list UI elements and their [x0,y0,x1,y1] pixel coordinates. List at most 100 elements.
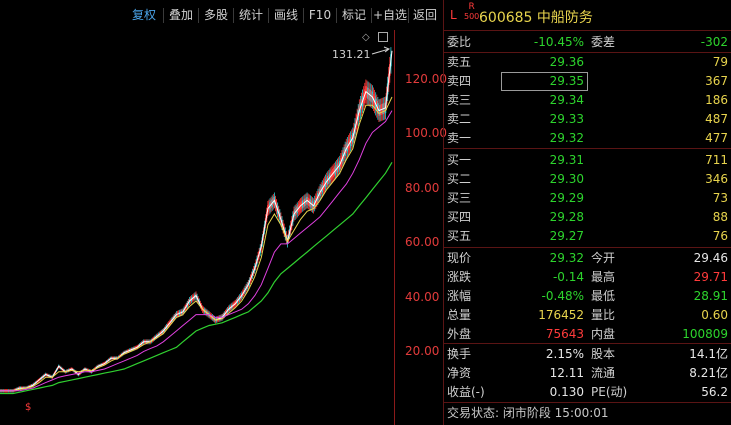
fundamental-value: 12.11 [549,366,584,380]
fundamental-value: 2.15% [545,347,584,361]
high-arrow-icon [371,46,391,55]
divider-line [444,148,731,149]
stat-label: 内盘 [591,327,616,341]
bid-price: 29.31 [549,153,584,167]
bid-label: 买二 [447,172,472,186]
fundamental-label: PE(动) [591,385,628,399]
divider-line [444,30,731,31]
ask-label: 卖二 [447,112,472,126]
ask-price: 29.33 [549,112,584,126]
bid-price: 29.27 [549,229,584,243]
bid-row[interactable]: 买一 29.31 711 [444,151,731,169]
ask-volume: 477 [705,131,728,145]
divider-line [444,247,731,248]
stat-value: 176452 [538,308,584,322]
stat-value: 28.91 [693,289,728,303]
bid-volume: 346 [705,172,728,186]
stat-value: 75643 [545,327,584,341]
stat-label: 总量 [447,308,472,322]
bid-row[interactable]: 买二 29.30 346 [444,170,731,188]
fundamental-value: 56.2 [701,385,728,399]
webi-row: 委比 -10.45% 委差 -302 [444,33,731,51]
financing-badge-sub: 500 [464,12,480,21]
bid-label: 买四 [447,210,472,224]
bid-label: 买五 [447,229,472,243]
stat-value: 29.46 [693,251,728,265]
price-line [0,50,393,392]
bid-label: 买一 [447,153,472,167]
ma-line-green [0,161,393,395]
ask-price: 29.34 [549,93,584,107]
stat-value: -0.48% [541,289,584,303]
kline-plot[interactable] [0,0,443,425]
stat-label: 涨跌 [447,270,472,284]
webi-value: -10.45% [533,35,584,49]
bid-volume: 76 [712,229,728,243]
stat-row: 涨跌 -0.14 最高 29.71 [444,268,731,286]
bid-row[interactable]: 买五 29.27 76 [444,227,731,245]
ask-row[interactable]: 卖三 29.34 186 [444,91,731,109]
fundamental-row: 净资 12.11 流通 8.21亿 [444,364,731,382]
ask-row[interactable]: 卖一 29.32 477 [444,129,731,147]
stock-title: 600685 中船防务 [479,10,593,26]
bid-price: 29.30 [549,172,584,186]
bid-row[interactable]: 买四 29.28 88 [444,208,731,226]
ma-line-yellow [0,96,393,392]
divider-line [444,343,731,344]
bid-volume: 73 [712,191,728,205]
stat-label: 外盘 [447,327,472,341]
ask-row[interactable]: 卖四 29.35 367 [444,72,731,90]
wecha-label: 委差 [591,35,616,49]
y-tick-label: 20.00 [405,344,440,358]
ask-row[interactable]: 卖五 29.36 79 [444,53,731,71]
stat-value: 29.71 [693,270,728,284]
fundamental-label: 换手 [447,347,472,361]
stat-value: 29.32 [549,251,584,265]
ask-row[interactable]: 卖二 29.33 487 [444,110,731,128]
ask-volume: 487 [705,112,728,126]
ask-volume: 367 [705,74,728,88]
stat-label: 最高 [591,270,616,284]
fundamental-label: 净资 [447,366,472,380]
stat-label: 量比 [591,308,616,322]
stat-value: 100809 [682,327,728,341]
bid-price: 29.29 [549,191,584,205]
stat-label: 最低 [591,289,616,303]
stat-label: 今开 [591,251,616,265]
bid-volume: 711 [705,153,728,167]
stat-row: 涨幅 -0.48% 最低 28.91 [444,287,731,305]
wecha-value: -302 [700,35,728,49]
fundamental-row: 收益(-) 0.130 PE(动) 56.2 [444,383,731,401]
stat-row: 现价 29.32 今开 29.46 [444,249,731,267]
dividend-marker-icon[interactable]: $ [25,402,31,413]
stat-row: 总量 176452 量比 0.60 [444,306,731,324]
ask-price: 29.36 [549,55,584,69]
fundamental-value: 14.1亿 [689,347,728,361]
fundamental-value: 0.130 [549,385,584,399]
ask-price: 29.32 [549,131,584,145]
ma-line-magenta [0,110,393,392]
bid-label: 买三 [447,191,472,205]
financing-badge-letter: R [468,2,475,12]
bid-price: 29.28 [549,210,584,224]
stat-row: 外盘 75643 内盘 100809 [444,325,731,343]
bid-row[interactable]: 买三 29.29 73 [444,189,731,207]
quote-panel: L R 500 600685 中船防务 委比 -10.45% 委差 -302 卖… [444,0,731,425]
fundamental-label: 收益(-) [447,385,485,399]
kline-chart-area[interactable]: 复权 叠加 多股 统计 画线 F10 标记 +自选 返回 120.00 100.… [0,0,447,425]
diamond-icon[interactable]: ◇ [362,32,370,43]
fundamental-row: 换手 2.15% 股本 14.1亿 [444,345,731,363]
stat-value: -0.14 [552,270,584,284]
fundamental-label: 股本 [591,347,616,361]
y-tick-label: 120.00 [405,72,447,86]
y-tick-label: 100.00 [405,126,447,140]
y-tick-label: 40.00 [405,290,440,304]
fundamental-label: 流通 [591,366,616,380]
ask-volume: 79 [712,55,728,69]
price-axis-line [394,30,395,425]
ask-label: 卖三 [447,93,472,107]
level-indicator: L [450,8,457,22]
window-icon[interactable] [378,32,388,42]
stat-value: 0.60 [701,308,728,322]
y-tick-label: 80.00 [405,181,440,195]
